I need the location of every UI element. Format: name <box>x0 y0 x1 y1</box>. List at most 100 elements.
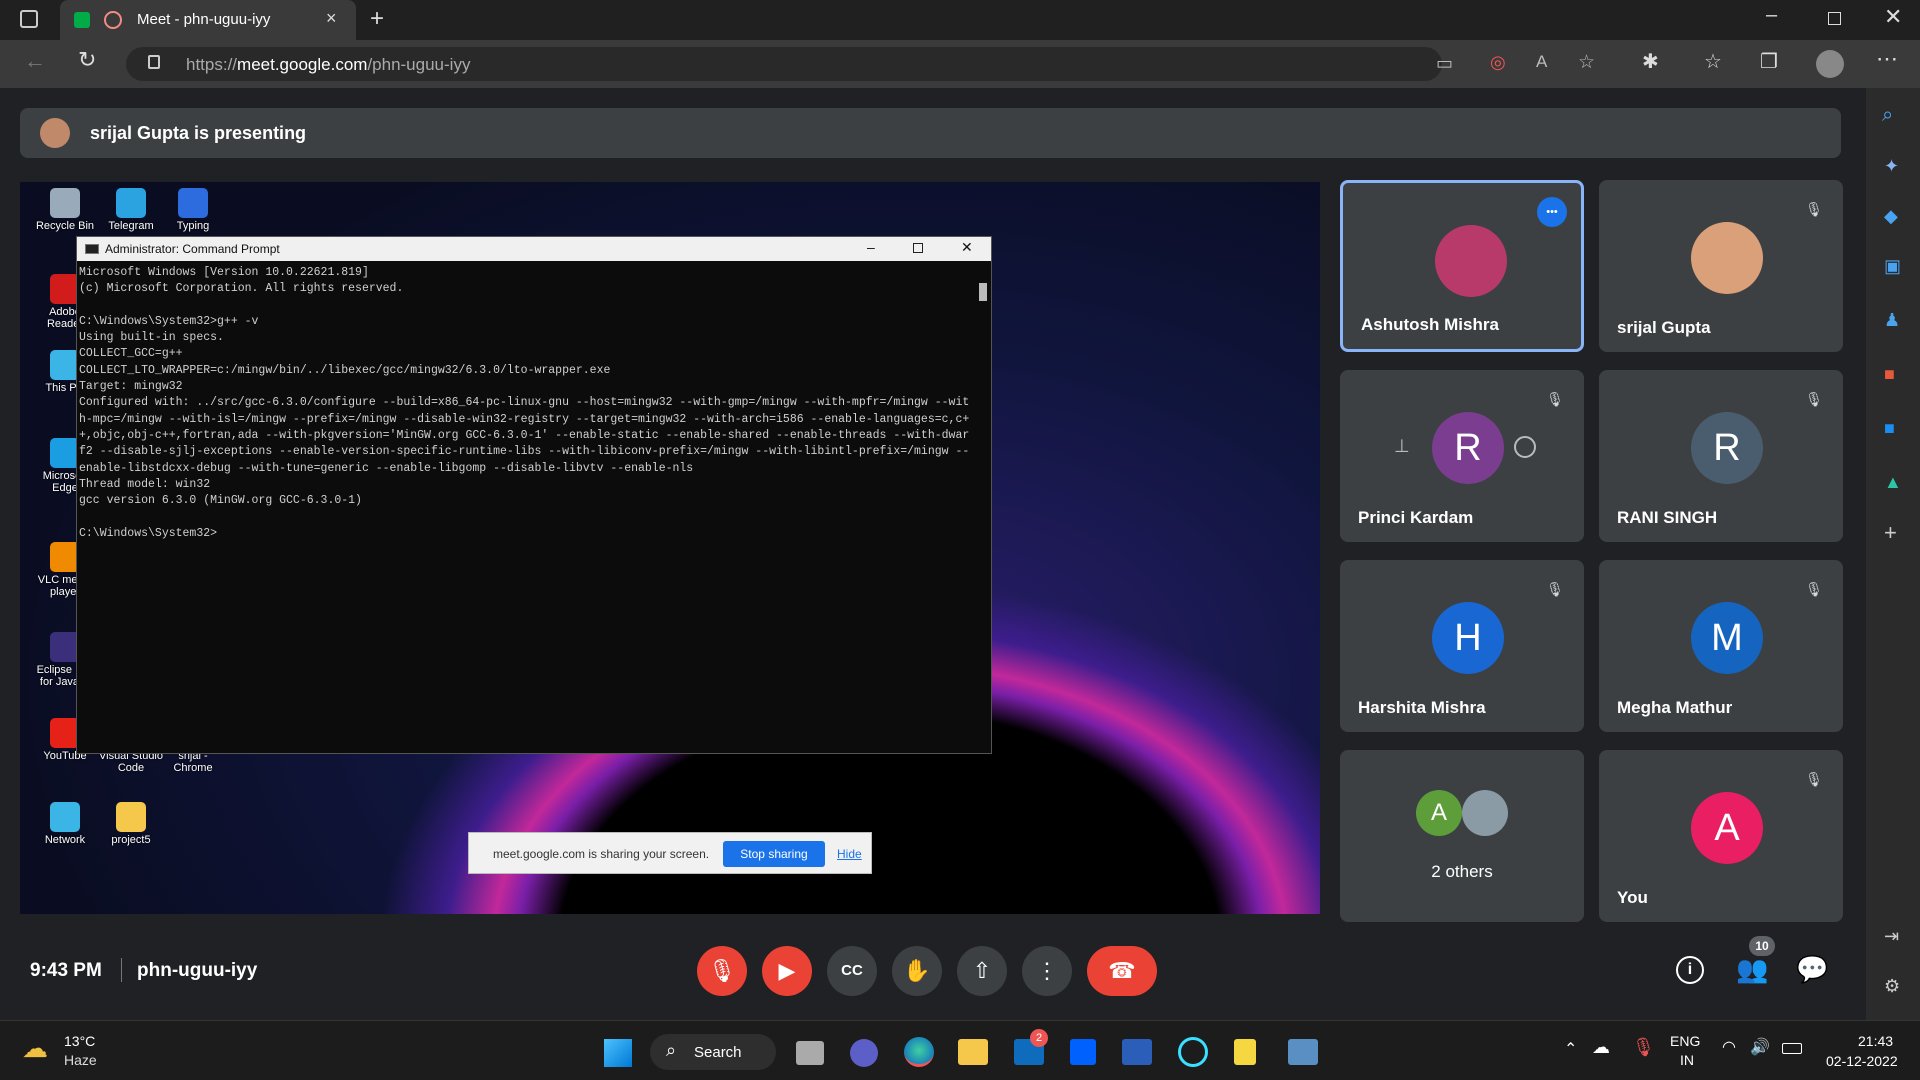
raise-hand-button[interactable]: ✋ <box>892 946 942 996</box>
tracking-prevention-icon[interactable]: ◎ <box>1490 52 1506 73</box>
weather-icon[interactable]: ☁ <box>22 1033 48 1064</box>
cmd-minimize-icon: – <box>867 239 875 255</box>
favorite-add-icon[interactable]: ☆ <box>1578 51 1595 74</box>
captions-button[interactable]: CC <box>827 946 877 996</box>
present-screen-button[interactable]: ⇧ <box>957 946 1007 996</box>
tools-icon[interactable]: ▣ <box>1884 256 1901 277</box>
restore-icon[interactable] <box>1828 12 1841 25</box>
mic-muted-icon: 🎙 <box>1546 581 1564 597</box>
sticky-notes-icon[interactable] <box>1234 1039 1256 1065</box>
windows-taskbar: ☁ 13°C Haze ⌕ Search 2 ⌃ ☁ 🎙 ENG IN ◠ 🔊 … <box>0 1020 1920 1080</box>
mic-muted-icon: 🎙 <box>1805 391 1823 407</box>
clock-time[interactable]: 21:43 <box>1858 1033 1893 1049</box>
meeting-details-icon[interactable]: i <box>1676 956 1704 984</box>
more-options-button[interactable]: ⋮ <box>1022 946 1072 996</box>
mic-off-button[interactable]: 🎙 <box>697 946 747 996</box>
refresh-icon[interactable]: ↻ <box>78 47 96 73</box>
remote-desktop-icon[interactable] <box>1288 1039 1318 1065</box>
drop-icon[interactable]: ▲ <box>1884 472 1902 493</box>
camera-off-button[interactable]: ▶ <box>762 946 812 996</box>
participant-tile[interactable]: 🎙 srijal Gupta <box>1599 180 1843 352</box>
profile-avatar[interactable] <box>1816 50 1844 78</box>
hide-sidebar-icon[interactable]: ⇥ <box>1884 926 1899 947</box>
cmd-title-bar: Administrator: Command Prompt – ✕ <box>77 237 991 261</box>
desktop-app-icon <box>50 802 80 832</box>
teams-chat-icon[interactable] <box>850 1039 878 1067</box>
hide-link: Hide <box>837 847 862 861</box>
cmd-maximize-icon <box>913 243 923 253</box>
close-tab-icon[interactable]: × <box>326 8 337 29</box>
back-icon[interactable]: ← <box>24 48 46 74</box>
start-icon[interactable] <box>604 1039 632 1067</box>
desktop-icon-label: Network <box>44 834 86 846</box>
app-blue-icon[interactable] <box>1122 1039 1152 1065</box>
dropbox-icon[interactable] <box>1070 1039 1096 1065</box>
cmd-icon <box>85 244 99 254</box>
outlook-icon[interactable]: ■ <box>1884 418 1895 439</box>
participant-tile[interactable]: A 🎙 You <box>1599 750 1843 922</box>
onedrive-icon[interactable]: ☁ <box>1592 1037 1610 1058</box>
chat-icon[interactable]: 💬 <box>1796 954 1828 985</box>
participant-avatar: A <box>1416 790 1462 836</box>
participant-tile[interactable]: H 🎙 Harshita Mishra <box>1340 560 1584 732</box>
taskbar-search[interactable]: ⌕ Search <box>650 1034 776 1070</box>
participant-name: RANI SINGH <box>1617 508 1718 527</box>
remove-icon[interactable] <box>1514 436 1536 458</box>
task-view-icon[interactable] <box>796 1041 824 1065</box>
participant-name: Harshita Mishra <box>1358 698 1486 717</box>
sidebar-settings-icon[interactable]: ⚙ <box>1884 976 1900 997</box>
participant-tile[interactable]: M 🎙 Megha Mathur <box>1599 560 1843 732</box>
participant-tile[interactable]: A 2 others <box>1340 750 1584 922</box>
desktop-app-icon <box>50 188 80 218</box>
participant-avatar: A <box>1691 792 1763 864</box>
address-bar[interactable]: https://meet.google.com/phn-uguu-iyy ▭ ◎… <box>126 47 1595 81</box>
desktop-app-icon <box>116 802 146 832</box>
participant-tile[interactable]: R ⊥ 🎙 Princi Kardam <box>1340 370 1584 542</box>
file-explorer-icon[interactable] <box>958 1039 988 1065</box>
battery-icon[interactable] <box>1782 1043 1802 1054</box>
more-options-icon[interactable]: ••• <box>1537 197 1567 227</box>
new-tab-icon[interactable]: + <box>370 5 384 33</box>
pin-icon[interactable]: ⊥ <box>1394 436 1410 457</box>
camera-permission-icon[interactable]: ▭ <box>1436 53 1453 74</box>
desktop-app-icon <box>178 188 208 218</box>
participant-name: Megha Mathur <box>1617 698 1733 717</box>
settings-more-icon[interactable]: ⋯ <box>1876 46 1898 72</box>
command-prompt-window: Administrator: Command Prompt – ✕ Micros… <box>76 236 992 754</box>
cortana-icon[interactable] <box>1178 1037 1208 1067</box>
cmd-title: Administrator: Command Prompt <box>105 242 280 256</box>
desktop-icon: Recycle Bin <box>30 188 100 232</box>
minimize-icon[interactable]: – <box>1766 4 1777 27</box>
games-icon[interactable]: ♟ <box>1884 310 1900 331</box>
collections-icon[interactable]: ❐ <box>1760 49 1778 74</box>
shopping-icon[interactable]: ◆ <box>1884 206 1898 227</box>
tab-actions-icon[interactable] <box>20 10 38 28</box>
participant-name: 2 others <box>1431 862 1493 881</box>
language-code[interactable]: ENG <box>1670 1033 1700 1049</box>
tray-chevron-icon[interactable]: ⌃ <box>1564 1039 1577 1059</box>
copilot-icon[interactable]: ✦ <box>1884 156 1899 177</box>
wifi-icon[interactable]: ◠ <box>1722 1037 1736 1057</box>
presenter-avatar <box>40 118 70 148</box>
participant-tile[interactable]: R 🎙 RANI SINGH <box>1599 370 1843 542</box>
leave-call-button[interactable]: ☎ <box>1087 946 1157 996</box>
participant-name: Princi Kardam <box>1358 508 1474 527</box>
office-icon[interactable]: ■ <box>1884 364 1895 385</box>
edge-taskbar-icon[interactable] <box>904 1037 934 1067</box>
clock-date[interactable]: 02-12-2022 <box>1826 1053 1898 1069</box>
desktop-icon-label: Typing <box>176 220 210 232</box>
volume-icon[interactable]: 🔊 <box>1750 1037 1770 1057</box>
lock-icon <box>148 55 160 69</box>
people-icon[interactable]: 👥 <box>1736 954 1768 985</box>
browser-tab-meet[interactable]: Meet - phn-uguu-iyy × <box>60 0 356 40</box>
add-sidebar-icon[interactable]: + <box>1884 520 1897 546</box>
read-aloud-icon[interactable]: A <box>1536 52 1547 72</box>
search-icon[interactable]: ⌕ <box>1882 104 1893 127</box>
people-count-badge: 10 <box>1749 936 1775 956</box>
meeting-time: 9:43 PM <box>30 960 102 981</box>
participant-tile[interactable]: ••• Ashutosh Mishra <box>1340 180 1584 352</box>
extensions-icon[interactable]: ✱ <box>1642 49 1659 74</box>
microphone-icon[interactable]: 🎙 <box>1632 1037 1655 1058</box>
close-window-icon[interactable]: ✕ <box>1884 4 1902 30</box>
favorites-icon[interactable]: ☆ <box>1704 49 1722 74</box>
